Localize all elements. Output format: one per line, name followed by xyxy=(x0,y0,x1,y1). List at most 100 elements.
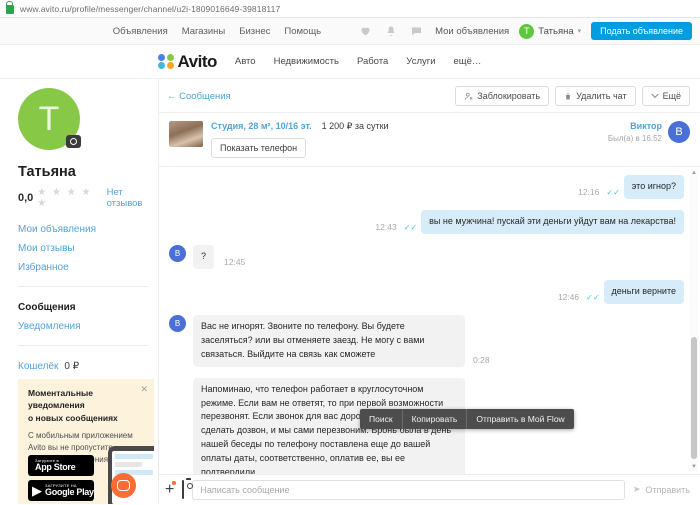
sidebar-item-wallet[interactable]: Кошелёк 0 ₽ xyxy=(18,361,158,372)
nav-more[interactable]: ещё… xyxy=(454,56,482,67)
promo-title-line2: уведомления xyxy=(28,400,85,411)
context-menu-item-copy[interactable]: Копировать xyxy=(401,409,467,429)
user-name: Татьяна xyxy=(538,25,574,37)
camera-icon xyxy=(182,479,185,499)
utility-icons xyxy=(359,25,423,38)
wallet-label: Кошелёк xyxy=(18,361,59,372)
chat-actions: Заблокировать Удалить чат Ещё xyxy=(455,86,690,106)
more-button[interactable]: Ещё xyxy=(641,86,690,106)
utility-nav-links: Объявления Магазины Бизнес Помощь xyxy=(113,26,321,37)
message-row: 12:46 ✓✓ деньги верните xyxy=(169,279,684,304)
camera-button[interactable] xyxy=(182,479,185,499)
logo-text: Avito xyxy=(177,51,218,71)
close-icon[interactable]: ✕ xyxy=(140,384,148,395)
profile-avatar[interactable]: T xyxy=(18,88,81,150)
nav-auto[interactable]: Авто xyxy=(235,56,256,67)
no-reviews-link[interactable]: Нет отзывов xyxy=(107,187,158,209)
profile-sidebar: T Татьяна 0,0 ★ ★ ★ ★ ★ Нет отзывов Мои … xyxy=(0,79,158,504)
post-ad-button[interactable]: Подать объявление xyxy=(591,22,692,40)
sidebar-item-my-ads[interactable]: Мои объявления xyxy=(18,224,158,235)
phone-line xyxy=(115,462,142,467)
heart-icon[interactable] xyxy=(359,25,372,37)
google-play-badge[interactable]: ▶ ЗАГРУЗИТЕ НА Google Play xyxy=(28,480,94,501)
promo-title-line3: о новых сообщениях xyxy=(28,412,118,423)
url-text: www.avito.ru/profile/messenger/channel/u… xyxy=(20,3,281,14)
block-user-icon xyxy=(465,92,473,100)
message-row: 12:43 ✓✓ вы не мужчина! пускай эти деньг… xyxy=(169,209,684,234)
block-user-button[interactable]: Заблокировать xyxy=(455,86,550,106)
read-receipt-icon: ✓✓ xyxy=(586,292,600,302)
nav-obyavleniya[interactable]: Объявления xyxy=(113,26,168,37)
listing-thumbnail[interactable] xyxy=(169,121,203,147)
message-bubble[interactable]: деньги верните xyxy=(603,279,684,304)
nav-pomosch[interactable]: Помощь xyxy=(284,26,321,37)
listing-title[interactable]: Студия, 28 м², 10/16 эт. xyxy=(211,121,312,131)
promo-title: Моментальные уведомления о новых сообщен… xyxy=(18,379,154,424)
messenger-toolbar: ← Сообщения Заблокировать Удалить чат Ещ… xyxy=(159,79,700,112)
sidebar-group-messages: Сообщения Уведомления xyxy=(18,302,158,332)
thread-scrollbar[interactable]: ▲ ▼ xyxy=(690,169,698,472)
message-bubble[interactable]: это игнор? xyxy=(623,175,684,199)
app-store-large-text: App Store xyxy=(35,462,76,472)
context-menu-item-search[interactable]: Поиск xyxy=(360,409,402,429)
message-time: 12:46 xyxy=(557,291,580,302)
message-avatar[interactable]: B xyxy=(169,314,186,332)
message-time: 12:43 xyxy=(375,221,397,232)
message-bubble[interactable]: Вас не игнорят. Звоните по телефону. Вы … xyxy=(193,314,465,367)
scroll-up-icon[interactable]: ▲ xyxy=(690,169,698,178)
notification-dot xyxy=(172,480,177,485)
message-time: 12:45 xyxy=(224,256,246,267)
camera-icon[interactable] xyxy=(66,135,81,148)
chat-icon[interactable] xyxy=(410,25,423,37)
delete-chat-label: Удалить чат xyxy=(576,91,627,101)
sidebar-item-messages[interactable]: Сообщения xyxy=(18,302,158,313)
message-row: 12:16 ✓✓ это игнор? xyxy=(169,175,684,199)
chevron-down-icon: ▾ xyxy=(577,28,582,35)
send-label: Отправить xyxy=(645,484,690,495)
nav-rabota[interactable]: Работа xyxy=(357,56,388,67)
wallet-value: 0 ₽ xyxy=(64,361,80,372)
rating-value: 0,0 xyxy=(18,192,34,204)
utility-nav: Объявления Магазины Бизнес Помощь Мои об… xyxy=(0,18,700,45)
sidebar-item-notifications[interactable]: Уведомления xyxy=(18,321,158,332)
avito-logo[interactable]: Avito xyxy=(158,52,217,72)
peer-last-seen: Был(а) в 16:52 xyxy=(607,134,662,143)
nav-magaziny[interactable]: Магазины xyxy=(182,26,225,37)
block-user-label: Заблокировать xyxy=(477,91,541,101)
nav-biznes[interactable]: Бизнес xyxy=(239,26,270,37)
message-composer: + ➤ Отправить xyxy=(159,474,700,504)
message-input[interactable] xyxy=(192,479,625,500)
peer-avatar[interactable]: B xyxy=(668,121,690,143)
promo-sub-line1: С мобильным приложением xyxy=(28,430,133,440)
message-thread[interactable]: 12:16 ✓✓ это игнор? 12:43 ✓✓ вы не мужчи… xyxy=(159,167,700,474)
app-store-badge[interactable]: Загрузите в App Store xyxy=(28,455,94,476)
scroll-down-icon[interactable]: ▼ xyxy=(690,463,698,472)
message-row: B ? 12:45 xyxy=(169,244,684,269)
nav-uslugi[interactable]: Услуги xyxy=(406,56,435,67)
app-promo-card: ✕ Моментальные уведомления о новых сообщ… xyxy=(18,379,154,504)
show-phone-button[interactable]: Показать телефон xyxy=(211,138,307,158)
bell-icon[interactable] xyxy=(385,25,397,38)
back-to-messages-link[interactable]: ← Сообщения xyxy=(167,91,231,102)
read-receipt-icon: ✓✓ xyxy=(403,222,418,232)
attach-button[interactable]: + xyxy=(165,480,177,499)
browser-url-bar[interactable]: www.avito.ru/profile/messenger/channel/u… xyxy=(0,0,700,18)
message-bubble[interactable]: вы не мужчина! пускай эти деньги уйдут в… xyxy=(421,209,684,234)
peer-name[interactable]: Виктор xyxy=(630,121,662,131)
scrollbar-thumb[interactable] xyxy=(691,337,697,459)
sidebar-item-my-reviews[interactable]: Мои отзывы xyxy=(18,243,158,254)
sidebar-group-ads: Мои объявления Мои отзывы Избранное xyxy=(18,224,158,273)
send-button[interactable]: ➤ Отправить xyxy=(633,484,690,495)
lock-icon xyxy=(6,1,14,14)
nav-nedvizhimost[interactable]: Недвижимость xyxy=(274,56,339,67)
my-ads-link[interactable]: Мои объявления xyxy=(435,26,509,37)
google-play-icon: ▶ xyxy=(32,483,42,498)
message-avatar[interactable]: B xyxy=(169,244,186,262)
sidebar-item-favorites[interactable]: Избранное xyxy=(18,262,158,273)
user-menu[interactable]: T Татьяна ▾ xyxy=(519,23,582,39)
promo-title-line1: Моментальные xyxy=(28,388,93,398)
listing-headline: Студия, 28 м², 10/16 эт. 1 200 ₽ за сутк… xyxy=(211,121,600,132)
context-menu-item-send-to-flow[interactable]: Отправить в Мой Flow xyxy=(466,409,573,429)
delete-chat-button[interactable]: Удалить чат xyxy=(555,86,636,106)
message-bubble[interactable]: ? xyxy=(193,244,215,269)
